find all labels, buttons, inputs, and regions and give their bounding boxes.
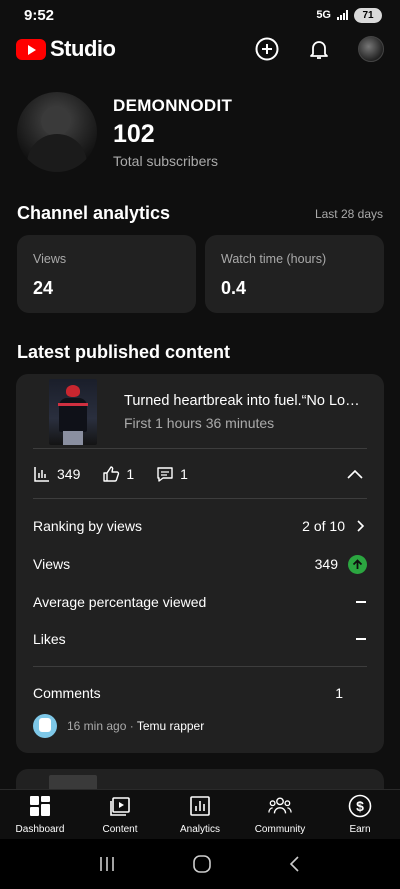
nav-content-label: Content (102, 824, 138, 835)
youtube-logo-icon (16, 38, 46, 60)
analytics-title: Channel analytics (17, 203, 171, 223)
views-card-value: 24 (33, 278, 54, 298)
nav-content[interactable]: Content (80, 790, 160, 839)
chevron-right-icon (357, 520, 365, 532)
nav-community[interactable]: Community (240, 790, 320, 839)
comment-time: 16 min ago (67, 719, 127, 733)
dashboard-icon (28, 794, 52, 818)
header-actions (254, 36, 384, 62)
nav-earn[interactable]: $ Earn (320, 790, 400, 839)
earn-icon: $ (348, 794, 372, 818)
nav-dashboard[interactable]: Dashboard (0, 790, 80, 839)
latest-content-card: Turned heartbreak into fuel.“No Lov… Fir… (16, 374, 384, 753)
home-icon[interactable] (192, 854, 212, 874)
video-subtitle: First 1 hours 36 minutes (124, 415, 275, 431)
watch-time-card-label: Watch time (hours) (221, 252, 327, 266)
views-metric: 349 (33, 465, 80, 483)
divider (33, 448, 367, 449)
chevron-up-icon[interactable] (345, 465, 365, 485)
comment-separator: · (129, 719, 134, 733)
notifications-icon[interactable] (306, 36, 332, 62)
nav-dashboard-label: Dashboard (15, 824, 65, 835)
content-icon (108, 794, 132, 818)
views-card[interactable]: Views 24 (17, 235, 196, 313)
divider (33, 666, 367, 667)
views-row: Views 349 (33, 552, 367, 576)
channel-summary: DEMONNODIT 102 Total subscribers (17, 92, 232, 172)
subscriber-label: Total subscribers (113, 152, 219, 169)
no-value-dash (356, 638, 366, 640)
comments-row[interactable]: Comments 1 (33, 681, 343, 705)
video-title: Turned heartbreak into fuel.“No Lov… (124, 393, 364, 409)
video-row[interactable]: Turned heartbreak into fuel.“No Lov… Fir… (16, 374, 384, 448)
status-indicators: 5G 71 (316, 7, 382, 23)
create-icon[interactable] (254, 36, 280, 62)
bottom-navigation: Dashboard Content Analytics Community $ … (0, 789, 400, 839)
comments-metric: 1 (156, 465, 188, 483)
channel-name: DEMONNODIT (113, 95, 233, 115)
nav-earn-label: Earn (349, 824, 371, 835)
signal-icon (337, 10, 348, 20)
battery-indicator: 71 (354, 7, 382, 23)
views-row-value: 349 (314, 556, 338, 572)
watch-time-card-value: 0.4 (221, 278, 247, 298)
ranking-label: Ranking by views (33, 518, 142, 534)
comments-row-label: Comments (33, 685, 101, 701)
network-type: 5G (316, 9, 331, 21)
avg-percentage-row: Average percentage viewed (33, 590, 367, 614)
system-navigation-bar (0, 839, 400, 889)
likes-row-label: Likes (33, 631, 66, 647)
channel-avatar[interactable] (17, 92, 97, 172)
app-name: Studio (50, 36, 116, 61)
nav-community-label: Community (254, 824, 306, 835)
subscriber-count: 102 (113, 119, 155, 148)
account-avatar[interactable] (358, 36, 384, 62)
channel-info: DEMONNODIT 102 Total subscribers (113, 96, 232, 169)
ranking-row[interactable]: Ranking by views 2 of 10 (33, 514, 367, 538)
back-icon[interactable] (287, 855, 303, 873)
video-thumbnail[interactable] (49, 379, 97, 445)
studio-logo[interactable]: Studio (16, 36, 116, 62)
latest-content-title: Latest published content (17, 342, 231, 362)
thumbs-up-icon (103, 466, 120, 482)
divider (33, 498, 367, 499)
comments-metric-value: 1 (180, 466, 188, 482)
video-metrics: 349 1 1 (33, 459, 367, 489)
analytics-icon (188, 794, 212, 818)
watch-time-card[interactable]: Watch time (hours) 0.4 (205, 235, 384, 313)
likes-row: Likes (33, 627, 367, 651)
comment-icon (157, 467, 173, 482)
likes-metric: 1 (102, 465, 134, 483)
nav-analytics-label: Analytics (179, 824, 220, 835)
avg-percentage-label: Average percentage viewed (33, 594, 207, 610)
views-card-label: Views (33, 252, 67, 266)
svg-text:$: $ (356, 798, 364, 814)
status-bar: 9:52 5G 71 (0, 0, 400, 30)
status-time: 9:52 (24, 6, 55, 24)
nav-analytics[interactable]: Analytics (160, 790, 240, 839)
views-metric-value: 349 (57, 466, 81, 482)
community-icon (268, 794, 292, 818)
commenter-avatar (33, 714, 57, 738)
latest-comment[interactable]: 16 min ago · Temu rapper (33, 714, 204, 738)
comments-row-value: 1 (335, 685, 343, 701)
views-row-label: Views (33, 556, 71, 572)
no-value-dash (356, 601, 366, 603)
comment-author: Temu rapper (136, 719, 205, 733)
arrow-up-icon (348, 554, 367, 574)
recent-apps-icon[interactable] (97, 855, 117, 873)
likes-metric-value: 1 (126, 466, 135, 482)
ranking-value: 2 of 10 (302, 518, 345, 534)
analytics-period: Last 28 days (314, 207, 383, 221)
app-header: Studio (0, 30, 400, 68)
bar-chart-icon (34, 467, 49, 482)
